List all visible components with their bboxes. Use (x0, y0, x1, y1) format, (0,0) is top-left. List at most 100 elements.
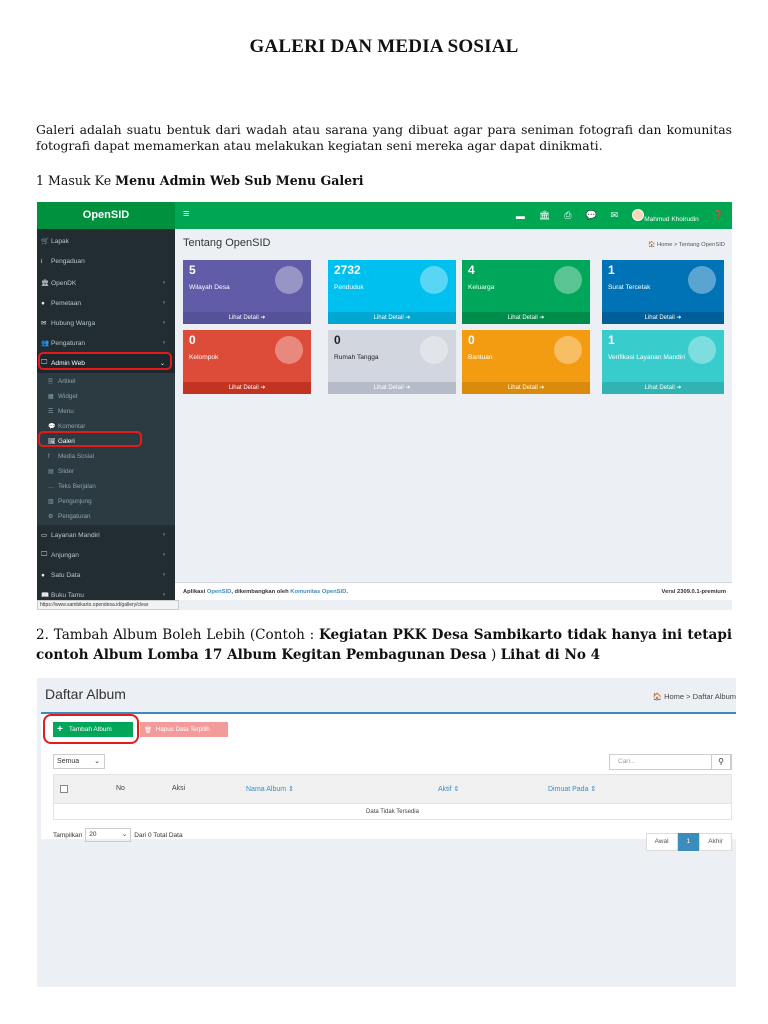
stat-box: 1 Surat Tercetak Lihat Detail ➜ (602, 260, 724, 324)
select-all-checkbox[interactable] (60, 785, 68, 793)
chevron-left-icon: ‹ (163, 320, 165, 326)
sidebar-item-lapak[interactable]: 🛒 Lapak (37, 231, 175, 251)
id-card-icon: ▭ (41, 532, 48, 539)
detail-link[interactable]: Lihat Detail ➜ (462, 312, 590, 324)
delete-selected-button[interactable]: 🗑 Hapus Data Terpilih (140, 722, 228, 737)
print-icon[interactable]: ⎙ (564, 210, 571, 221)
submenu-widget[interactable]: ▦ Widget (37, 389, 175, 404)
brand-logo[interactable]: OpenSID (37, 202, 175, 229)
submenu-media-sosial[interactable]: f Media Sosial (37, 449, 175, 464)
column-nama-album[interactable]: Nama Album ⇕ (246, 785, 294, 793)
pagination-last[interactable]: Akhir (699, 833, 732, 851)
detail-link[interactable]: Lihat Detail ➜ (328, 382, 456, 394)
stat-icon (688, 266, 716, 294)
pagination: Awal 1 Akhir (645, 833, 732, 851)
detail-link[interactable]: Lihat Detail ➜ (462, 382, 590, 394)
money-icon[interactable]: ▬ (516, 211, 525, 221)
stat-label: Verifikasi Layanan Mandiri (608, 354, 685, 361)
page-title: Tentang OpenSID (183, 237, 271, 249)
step-1-instruction: 1 Masuk Ke Menu Admin Web Sub Menu Galer… (36, 173, 364, 188)
sidebar: 🛒 Lapak i Pengaduan 🏛 OpenDK ‹ ● Pemetaan ‹ ✉ H… (37, 229, 175, 600)
detail-link[interactable]: Lihat Detail ➜ (602, 382, 724, 394)
cart-icon: 🛒 (41, 238, 50, 245)
stat-icon (554, 266, 582, 294)
monitor-icon: 🖵 (41, 551, 48, 558)
stat-value: 4 (468, 263, 475, 277)
komunitas-link[interactable]: Komunitas OpenSID (290, 589, 346, 595)
table-header: No Aksi Nama Album ⇕ Aktif ⇕ Dimuat Pada… (53, 774, 732, 804)
sidebar-item-hubung-warga[interactable]: ✉ Hubung Warga ‹ (37, 313, 175, 333)
column-dimuat-pada[interactable]: Dimuat Pada ⇕ (548, 785, 596, 793)
submenu-slider[interactable]: ▤ Slider (37, 464, 175, 479)
bar-chart-icon: ▥ (48, 499, 54, 505)
stat-label: Rumah Tangga (334, 354, 379, 361)
pagination-first[interactable]: Awal (645, 833, 678, 851)
chevron-left-icon: ‹ (163, 532, 165, 538)
opensid-link[interactable]: OpenSID (207, 589, 231, 595)
stat-box: 0 Kelompok Lihat Detail ➜ (183, 330, 311, 394)
sidebar-item-pemetaan[interactable]: ● Pemetaan ‹ (37, 293, 175, 313)
chevron-left-icon: ‹ (163, 340, 165, 346)
status-filter-select[interactable]: Semua ⌄ (53, 754, 105, 769)
help-icon[interactable]: ❓ (713, 210, 724, 221)
stat-icon (688, 336, 716, 364)
ellipsis-icon: … (48, 483, 54, 490)
stat-value: 1 (608, 333, 615, 347)
sidebar-item-pengaduan[interactable]: i Pengaduan (37, 251, 175, 271)
detail-link[interactable]: Lihat Detail ➜ (328, 312, 456, 324)
stat-label: Keluarga (468, 284, 495, 291)
intro-paragraph: Galeri adalah suatu bentuk dari wadah at… (36, 122, 732, 153)
mail-icon[interactable]: ✉ (611, 210, 619, 221)
sidebar-item-pengaturan[interactable]: 👥 Pengaturan ‹ (37, 333, 175, 353)
chat-icon[interactable]: 💬 (585, 210, 596, 221)
stat-label: Bantuan (468, 354, 493, 361)
album-panel: + Tambah Album 🗑 Hapus Data Terpilih Semua… (41, 712, 736, 842)
empty-table-message: Data Tidak Tersedia (53, 804, 732, 820)
top-navbar: ≡ ▬ 🏛 ⎙ 💬 ✉ Mahmud Khoirudin ❓ (175, 202, 732, 229)
opensid-dashboard-screenshot: OpenSID ≡ ▬ 🏛 ⎙ 💬 ✉ Mahmud Khoirudin ❓ 🛒… (37, 202, 732, 610)
stat-icon (420, 336, 448, 364)
stat-value: 0 (468, 333, 475, 347)
info-icon: i (41, 257, 43, 265)
stat-value: 1 (608, 263, 615, 277)
bank-icon[interactable]: 🏛 (539, 210, 550, 221)
globe-icon: ● (41, 299, 45, 307)
breadcrumb[interactable]: 🏠 Home > Tentang OpenSID (648, 242, 725, 248)
stat-value: 5 (189, 263, 196, 277)
submenu-artikel[interactable]: 🗎 Artikel (37, 374, 175, 389)
page-title: Daftar Album (45, 686, 126, 702)
submenu-menu[interactable]: ☰ Menu (37, 404, 175, 419)
breadcrumb[interactable]: 🏠 Home > Daftar Album (653, 692, 736, 701)
file-icon: 🗎 (48, 378, 53, 385)
pagination-page[interactable]: 1 (677, 833, 700, 851)
hamburger-icon[interactable]: ≡ (183, 208, 189, 220)
submenu-teks-berjalan[interactable]: … Teks Berjalan (37, 479, 175, 494)
submenu-pengunjung[interactable]: ▥ Pengunjung (37, 494, 175, 509)
stat-icon (420, 266, 448, 294)
chevron-down-icon: ⌄ (121, 831, 128, 838)
stat-icon (554, 336, 582, 364)
detail-link[interactable]: Lihat Detail ➜ (183, 382, 311, 394)
sidebar-item-anjungan[interactable]: 🖵 Anjungan ‹ (37, 545, 175, 565)
chevron-left-icon: ‹ (163, 300, 165, 306)
users-icon: 👥 (41, 340, 50, 347)
stat-box: 1 Verifikasi Layanan Mandiri Lihat Detail … (602, 330, 724, 394)
column-aktif[interactable]: Aktif ⇕ (438, 785, 459, 793)
stat-label: Penduduk (334, 284, 364, 291)
comment-icon: 💬 (48, 424, 56, 430)
search-input[interactable]: Cari... ⚲ (609, 754, 732, 770)
facebook-icon: f (48, 453, 50, 460)
sidebar-item-layanan-mandiri[interactable]: ▭ Layanan Mandiri ‹ (37, 525, 175, 545)
submenu-pengaturan[interactable]: ⚙ Pengaturan (37, 509, 175, 524)
page-length-select[interactable]: 20 ⌄ (85, 828, 132, 842)
detail-link[interactable]: Lihat Detail ➜ (183, 312, 311, 324)
detail-link[interactable]: Lihat Detail ➜ (602, 312, 724, 324)
chevron-left-icon: ‹ (163, 592, 165, 598)
user-menu[interactable]: Mahmud Khoirudin (632, 208, 699, 223)
sidebar-item-opendk[interactable]: 🏛 OpenDK ‹ (37, 273, 175, 293)
sidebar-item-satu-data[interactable]: ● Satu Data ‹ (37, 565, 175, 585)
search-icon[interactable]: ⚲ (711, 754, 731, 770)
stat-box: 0 Bantuan Lihat Detail ➜ (462, 330, 590, 394)
bank-icon: 🏛 (41, 280, 50, 287)
stat-value: 2732 (334, 263, 361, 277)
